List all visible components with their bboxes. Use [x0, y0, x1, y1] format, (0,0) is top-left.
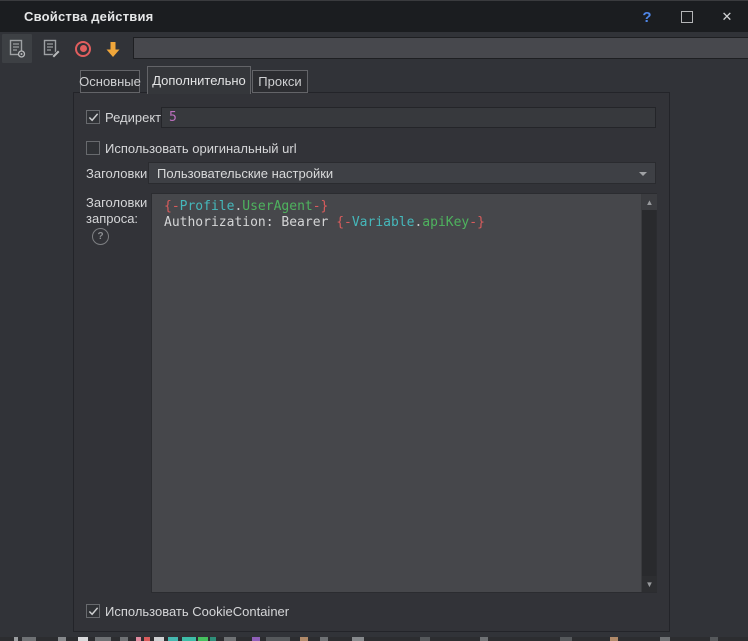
help-icon: ?: [642, 9, 651, 26]
cookie-container-checkbox[interactable]: [86, 604, 100, 618]
action-edit-button[interactable]: [36, 34, 66, 63]
request-headers-editor[interactable]: {-Profile.UserAgent-}Authorization: Bear…: [151, 193, 657, 593]
scroll-down-icon[interactable]: ▼: [642, 576, 657, 592]
maximize-button[interactable]: [674, 4, 700, 30]
check-icon: [88, 606, 99, 617]
document-gear-icon: [5, 37, 29, 61]
redirect-label: Редирект: [105, 110, 161, 125]
request-headers-label-line2: запроса:: [86, 211, 138, 226]
headers-dropdown-value: Пользовательские настройки: [157, 166, 333, 181]
tab-label: Дополнительно: [152, 73, 246, 88]
tab-label: Прокси: [258, 74, 301, 89]
chevron-down-icon: [639, 172, 647, 176]
down-arrow-icon: [102, 38, 124, 60]
help-button[interactable]: ?: [634, 4, 660, 30]
headers-dropdown[interactable]: Пользовательские настройки: [148, 162, 656, 184]
tab-dopolnitelno[interactable]: Дополнительно: [147, 66, 251, 94]
titlebar-buttons: ? ✕: [634, 1, 740, 33]
cookie-container-label: Использовать CookieContainer: [105, 604, 289, 619]
record-button[interactable]: [68, 34, 98, 63]
redirect-checkbox[interactable]: [86, 110, 100, 124]
redirect-count-value: 5: [169, 110, 177, 125]
redirect-count-input[interactable]: 5: [161, 107, 656, 128]
titlebar[interactable]: Свойства действия ? ✕: [0, 0, 748, 32]
tab-label: Основные: [79, 74, 141, 89]
request-headers-code[interactable]: {-Profile.UserAgent-}Authorization: Bear…: [152, 194, 641, 592]
action-properties-dialog: Свойства действия ? ✕: [0, 0, 748, 641]
action-settings-button[interactable]: [2, 34, 32, 63]
action-name-input[interactable]: [133, 37, 748, 59]
tab-panel-dopolnitelno: Редирект 5 Использовать оригинальный url…: [73, 92, 670, 632]
editor-scrollbar[interactable]: ▲ ▼: [641, 194, 656, 592]
record-icon: [75, 41, 91, 57]
toolbar: [0, 32, 748, 64]
tab-proksi[interactable]: Прокси: [252, 70, 308, 93]
original-url-label: Использовать оригинальный url: [105, 141, 297, 156]
close-button[interactable]: ✕: [714, 4, 740, 30]
help-glyph: ?: [97, 231, 103, 242]
dialog-title: Свойства действия: [0, 9, 153, 24]
headers-label: Заголовки:: [86, 166, 151, 181]
help-icon[interactable]: ?: [92, 228, 109, 245]
original-url-checkbox[interactable]: [86, 141, 100, 155]
clipped-content-row: [0, 637, 748, 641]
maximize-icon: [681, 11, 693, 23]
close-icon: ✕: [722, 9, 733, 25]
document-edit-icon: [39, 37, 63, 61]
check-icon: [88, 112, 99, 123]
scroll-up-icon[interactable]: ▲: [642, 194, 657, 210]
tab-osnovnye[interactable]: Основные: [80, 70, 140, 93]
request-headers-label-line1: Заголовки: [86, 195, 147, 210]
move-down-button[interactable]: [98, 34, 128, 63]
